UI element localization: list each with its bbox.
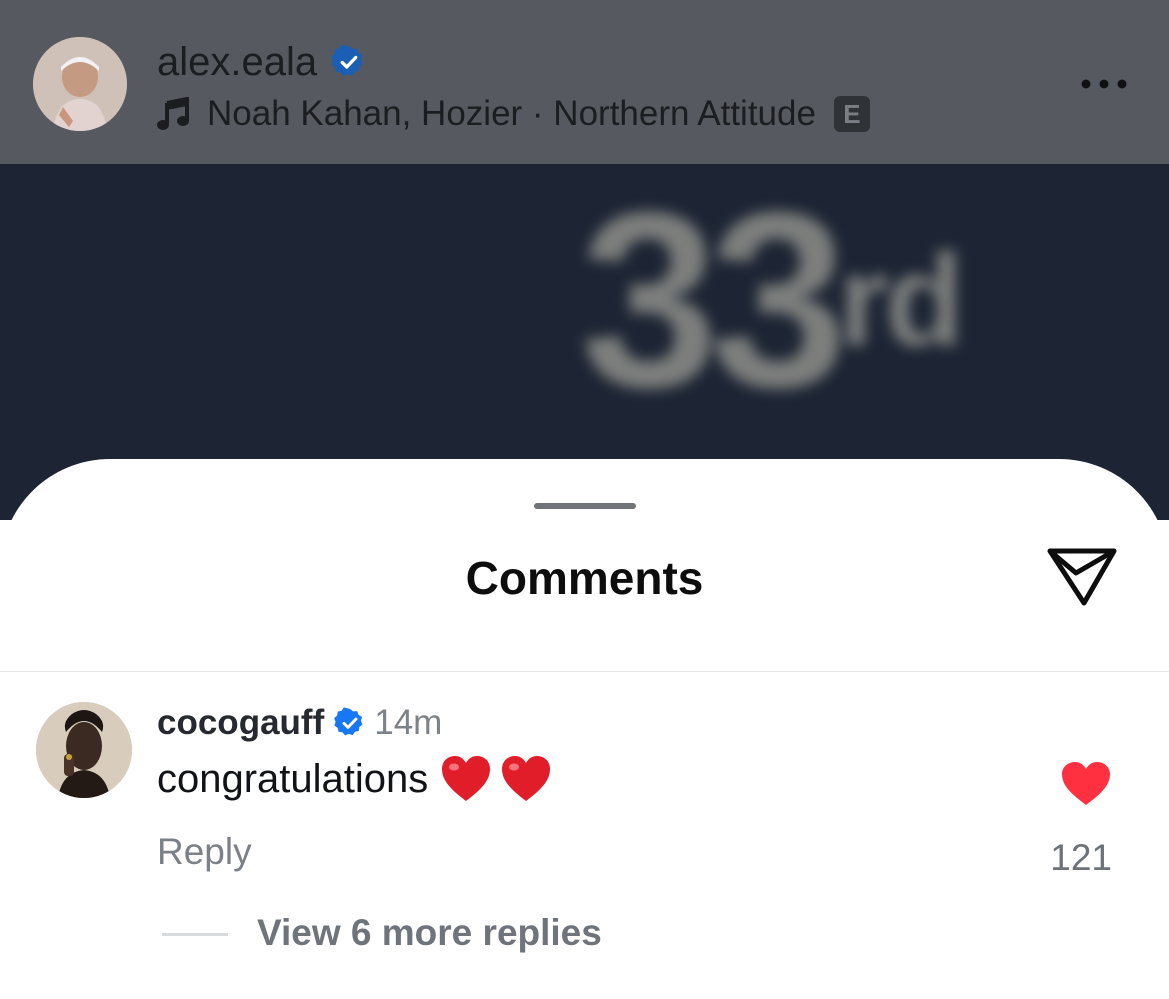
heart-emoji xyxy=(500,755,552,803)
post-media-text: 33rd xyxy=(580,160,964,439)
post-media-superscript: rd xyxy=(838,227,964,373)
heart-emoji xyxy=(440,755,492,803)
verified-badge-icon xyxy=(331,44,367,80)
comment-body: congratulations xyxy=(157,755,552,803)
comment-text: congratulations xyxy=(157,756,429,801)
comment-timestamp: 14m xyxy=(374,703,443,742)
post-author-avatar[interactable] xyxy=(33,37,127,131)
comment-author-avatar[interactable] xyxy=(36,702,132,798)
heart-filled-icon[interactable] xyxy=(1060,761,1112,807)
music-track-label: Noah Kahan, Hozier · Northern Attitude xyxy=(207,94,816,133)
post-header: alex.eala Noah Kahan, Hozier · Northern … xyxy=(0,0,1169,164)
comment-username[interactable]: cocogauff xyxy=(157,703,324,743)
like-count: 121 xyxy=(1050,837,1112,878)
music-row[interactable]: Noah Kahan, Hozier · Northern Attitude E xyxy=(157,92,870,136)
explicit-badge: E xyxy=(833,96,870,132)
comments-sheet: Comments cocogauff 14m congratulations R… xyxy=(0,459,1169,999)
replies-divider-line xyxy=(162,933,228,936)
comments-title: Comments xyxy=(465,552,704,604)
view-more-replies-button[interactable]: View 6 more replies xyxy=(257,912,602,954)
sheet-drag-handle[interactable] xyxy=(534,503,636,509)
sheet-divider xyxy=(0,671,1169,672)
comment-header: cocogauff 14m xyxy=(157,703,442,743)
music-note-icon xyxy=(157,96,189,131)
verified-badge-icon xyxy=(334,707,366,739)
post-author-row: alex.eala xyxy=(157,38,367,86)
post-author-username[interactable]: alex.eala xyxy=(157,38,317,86)
reply-button[interactable]: Reply xyxy=(157,831,252,873)
more-options-icon[interactable] xyxy=(1076,72,1132,96)
send-icon[interactable] xyxy=(1044,543,1120,609)
